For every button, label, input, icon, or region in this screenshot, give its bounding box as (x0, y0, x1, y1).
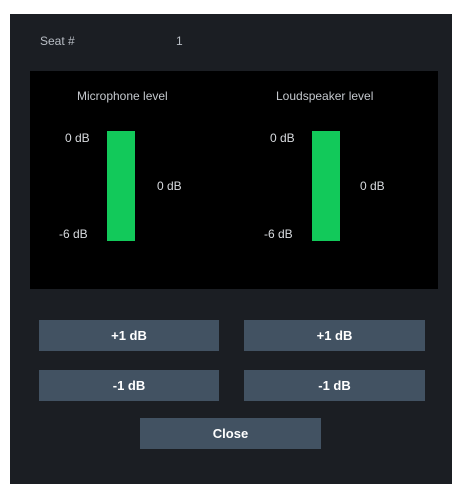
loudspeaker-level-fill (312, 131, 340, 241)
loudspeaker-level-title: Loudspeaker level (276, 89, 374, 103)
loudspeaker-top-scale-label: 0 dB (270, 131, 295, 145)
microphone-top-scale-label: 0 dB (65, 131, 90, 145)
loudspeaker-bottom-scale-label: -6 dB (264, 227, 293, 241)
microphone-decrease-button[interactable]: -1 dB (39, 370, 219, 401)
seat-level-dialog: Seat # 1 Microphone level 0 dB -6 dB 0 d… (10, 14, 452, 484)
microphone-current-level: 0 dB (157, 179, 182, 193)
microphone-level-title: Microphone level (77, 89, 168, 103)
loudspeaker-current-level: 0 dB (360, 179, 385, 193)
seat-number: 1 (176, 34, 183, 48)
microphone-level-meter (107, 131, 135, 241)
seat-label: Seat # (40, 34, 75, 48)
microphone-bottom-scale-label: -6 dB (59, 227, 88, 241)
loudspeaker-decrease-button[interactable]: -1 dB (244, 370, 425, 401)
microphone-level-fill (107, 131, 135, 241)
loudspeaker-increase-button[interactable]: +1 dB (244, 320, 425, 351)
close-button[interactable]: Close (140, 418, 321, 449)
microphone-increase-button[interactable]: +1 dB (39, 320, 219, 351)
loudspeaker-level-meter (312, 131, 340, 241)
level-meter-panel: Microphone level 0 dB -6 dB 0 dB Loudspe… (30, 71, 438, 289)
